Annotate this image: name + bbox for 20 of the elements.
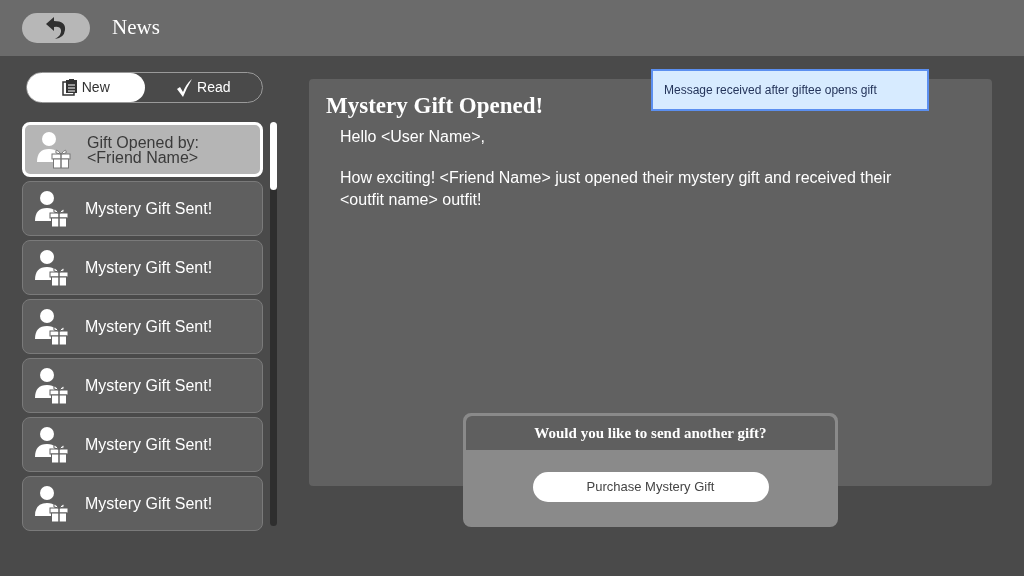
message-text: Hello <User Name>,	[340, 126, 486, 147]
annotation-note: Message received after giftee opens gift	[651, 69, 929, 111]
message-text: How exciting! <Friend Name> just opened their mystery gift and received their <outfit name> outfit!	[340, 167, 893, 210]
filter-tab[interactable]: New	[27, 73, 145, 102]
scrollbar-thumb[interactable]	[270, 122, 277, 190]
message-item[interactable]: Mystery Gift Sent!	[22, 240, 263, 295]
purchase-button[interactable]: Purchase Mystery Gift	[532, 472, 769, 502]
message-item[interactable]: Gift Opened by: <Friend Name>	[22, 122, 263, 177]
checkmark-icon	[176, 78, 193, 97]
filter-tab[interactable]: Read	[144, 73, 262, 102]
message-item[interactable]: Mystery Gift Sent!	[22, 358, 263, 413]
clipboard-icon	[61, 79, 78, 96]
message-item[interactable]: Mystery Gift Sent!	[22, 476, 263, 531]
message-item[interactable]: Mystery Gift Sent!	[22, 299, 263, 354]
message-item[interactable]: Mystery Gift Sent!	[22, 181, 263, 236]
message-item[interactable]: Mystery Gift Sent!	[22, 417, 263, 472]
page-title: News	[112, 14, 160, 42]
back-button[interactable]	[22, 13, 90, 43]
message-title: Mystery Gift Opened!	[326, 92, 544, 120]
dialog-question: Would you like to send another gift?	[534, 423, 767, 443]
